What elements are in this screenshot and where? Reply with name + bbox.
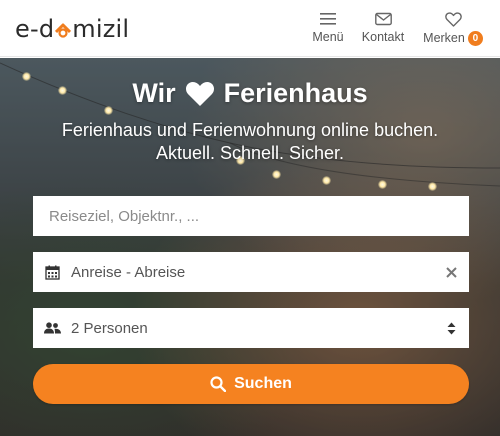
hero-headline: Wir Ferienhaus — [0, 78, 500, 109]
light-bulb — [322, 176, 331, 185]
calendar-icon — [33, 265, 71, 280]
search-button-label: Suchen — [234, 375, 292, 392]
logo-roof-icon — [55, 22, 72, 38]
search-button[interactable]: Suchen — [33, 364, 469, 404]
light-bulb — [428, 182, 437, 191]
hero-section: Wir Ferienhaus Ferienhaus und Ferienwohn… — [0, 58, 500, 436]
menu-label: Menü — [312, 30, 344, 44]
logo-text-e: e-d — [15, 15, 55, 43]
light-bulb — [378, 180, 387, 189]
persons-select[interactable]: 2 Personen — [33, 308, 469, 348]
persons-label: 2 Personen — [71, 319, 148, 337]
headline-right: Ferienhaus — [223, 78, 368, 108]
menu-button[interactable]: Menü — [312, 12, 344, 44]
contact-label: Kontakt — [361, 30, 405, 44]
watchlist-button[interactable]: Merken 0 — [420, 12, 486, 46]
date-range-field[interactable]: Anreise - Abreise — [33, 252, 469, 292]
destination-field[interactable] — [33, 196, 469, 236]
watchlist-label-row: Merken 0 — [423, 31, 483, 46]
envelope-icon — [374, 12, 392, 26]
hero-tagline-2: Aktuell. Schnell. Sicher. — [155, 143, 345, 163]
headline-left: Wir — [132, 78, 176, 108]
watchlist-label: Merken — [423, 31, 465, 45]
clear-dates-icon[interactable] — [433, 266, 469, 278]
site-header: e-d mizil e-domizil Menü Kontakt Merken0 — [0, 0, 500, 57]
destination-input[interactable] — [33, 196, 469, 236]
hamburger-icon — [320, 13, 336, 25]
contact-button[interactable]: Kontakt — [357, 12, 409, 44]
hero-tagline-1: Ferienhaus und Ferienwohnung online buch… — [61, 120, 439, 140]
search-icon — [210, 376, 227, 392]
light-bulb — [272, 170, 281, 179]
logo[interactable]: e-d mizil e-domizil — [15, 14, 129, 44]
sort-arrows-icon — [433, 322, 469, 335]
heart-icon — [444, 12, 462, 27]
logo-text-rest: mizil — [72, 15, 130, 43]
watchlist-count-badge: 0 — [467, 31, 483, 46]
date-range-label: Anreise - Abreise — [71, 263, 186, 281]
heart-icon — [185, 82, 214, 106]
users-icon — [33, 322, 71, 334]
